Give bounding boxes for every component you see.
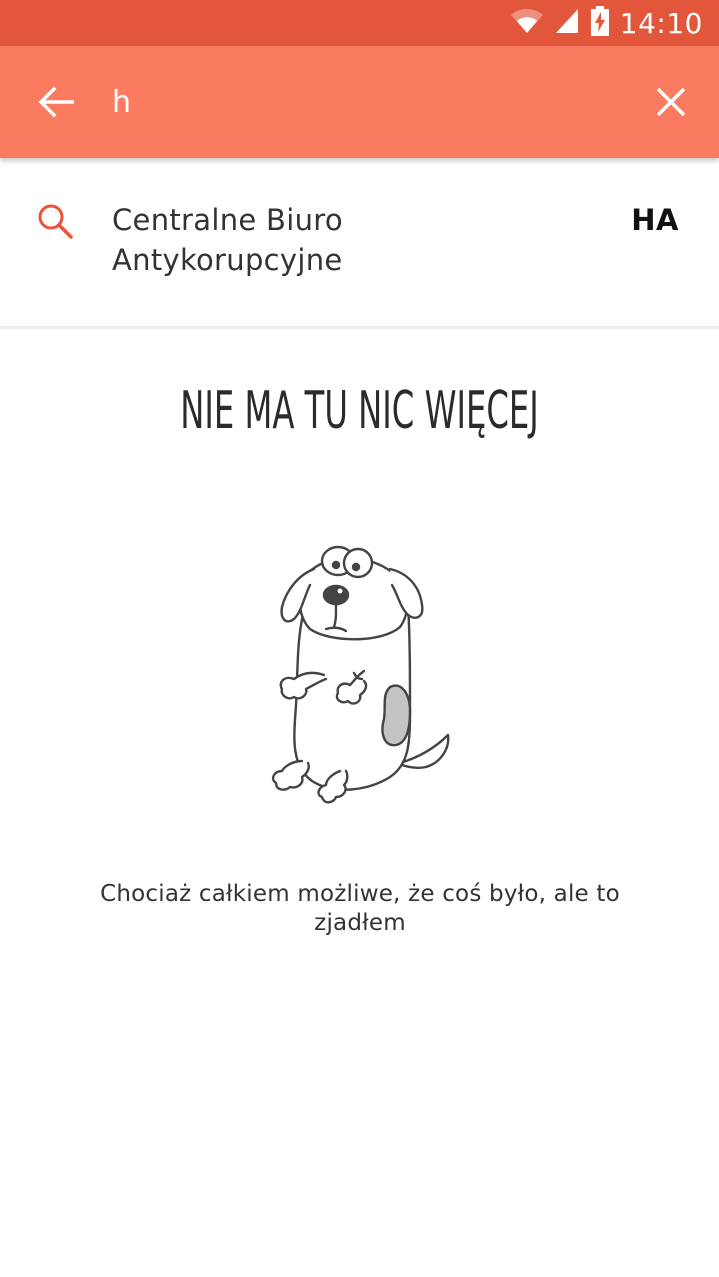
battery-charging-icon	[590, 6, 610, 40]
status-bar: 14:10	[0, 0, 719, 46]
close-icon	[656, 87, 686, 117]
empty-state-title: NIE MA TU NIC WIĘCEJ	[180, 381, 539, 441]
signal-icon	[554, 7, 580, 39]
suggestion-item[interactable]: Centralne Biuro Antykorupcyjne HA	[0, 158, 719, 326]
wifi-icon	[510, 7, 544, 39]
clear-search-button[interactable]	[643, 74, 699, 130]
back-button[interactable]	[24, 76, 88, 128]
suggestion-name: Centralne Biuro Antykorupcyjne	[112, 203, 343, 277]
app-screen: 14:10 Centralne Biuro Antykorupcyjne HA …	[0, 0, 719, 1277]
suggestion-code: HA	[631, 203, 679, 237]
search-toolbar	[0, 46, 719, 158]
back-arrow-icon	[38, 86, 74, 118]
status-time: 14:10	[619, 6, 703, 40]
dog-illustration	[271, 545, 450, 804]
search-icon	[38, 204, 73, 239]
empty-state-message: Chociaż całkiem możliwe, że coś było, al…	[100, 881, 620, 936]
search-input[interactable]	[112, 74, 612, 130]
divider	[0, 326, 719, 329]
